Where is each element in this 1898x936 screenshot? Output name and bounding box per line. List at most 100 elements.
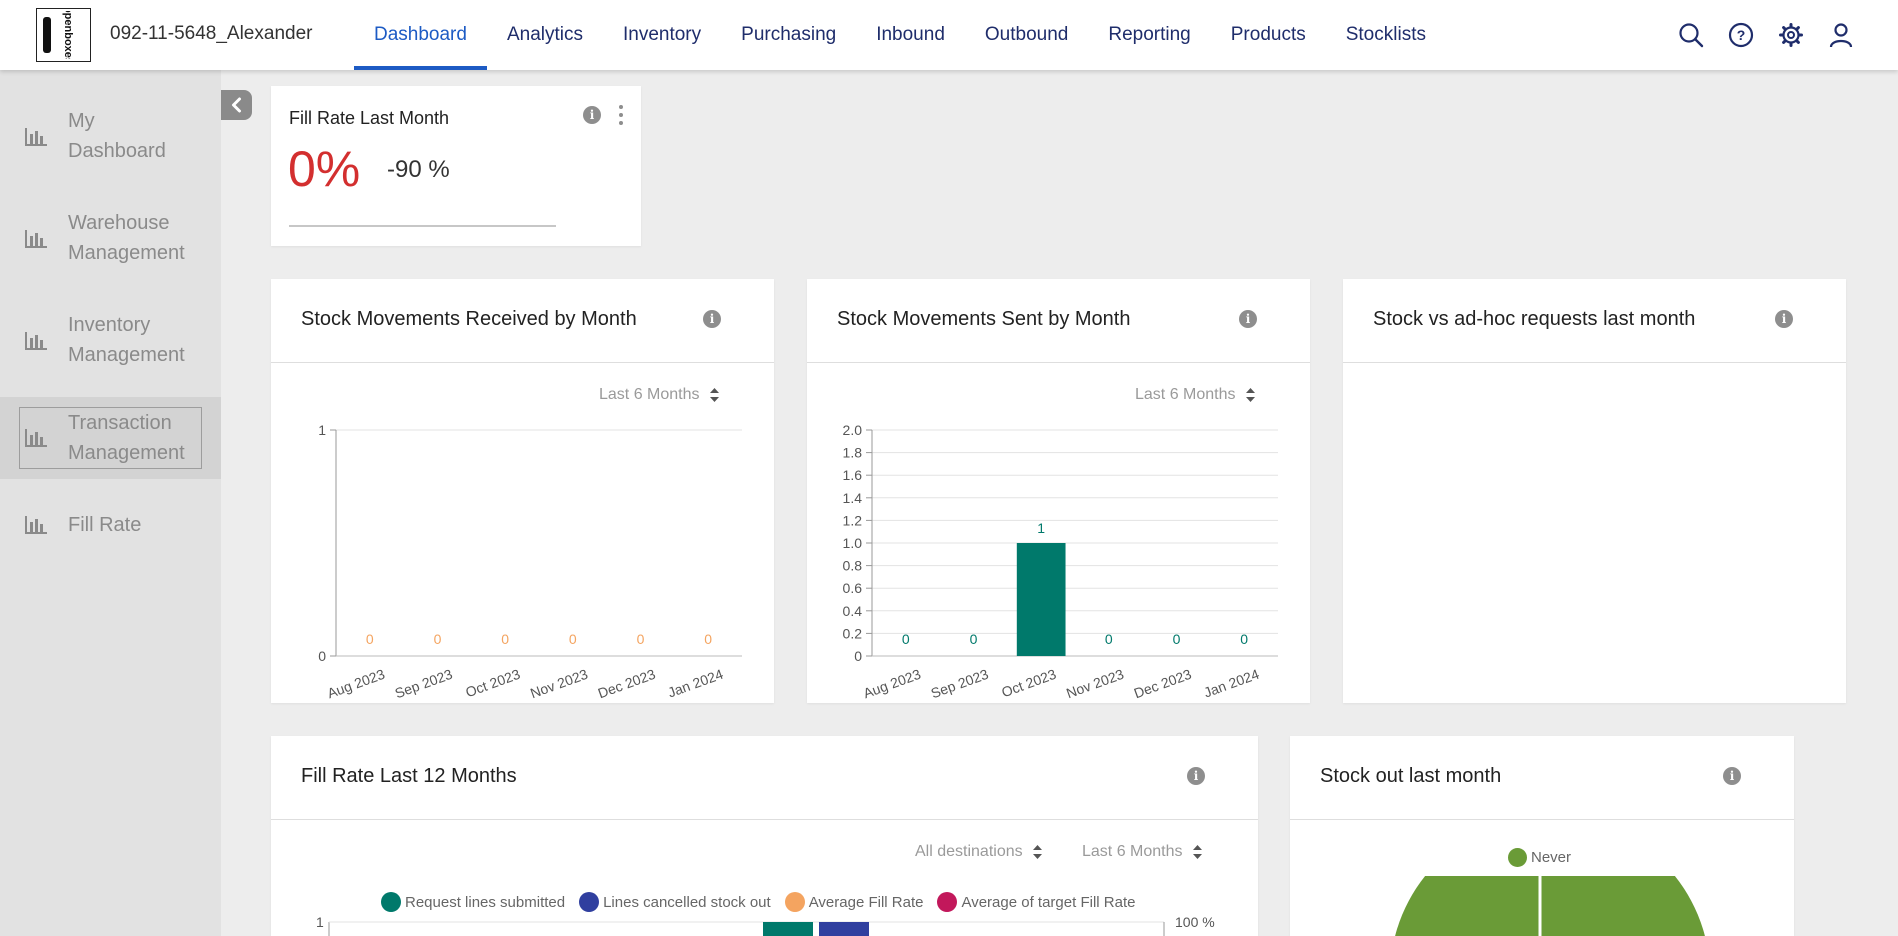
sidebar-item-transaction-management[interactable]: Transaction Management bbox=[0, 397, 221, 479]
info-icon[interactable]: i bbox=[703, 310, 721, 328]
y-tick-label: 1 bbox=[316, 914, 324, 930]
data-label: 0 bbox=[637, 631, 645, 647]
y-tick-label: 0.4 bbox=[843, 603, 863, 619]
info-icon[interactable]: i bbox=[583, 106, 601, 124]
tile-title: Fill Rate Last Month bbox=[289, 108, 450, 128]
y-tick-label: 0.6 bbox=[843, 580, 863, 596]
fill-rate-tile: Fill Rate Last Month i 0% -90 % bbox=[271, 86, 641, 246]
bar-chart-icon bbox=[25, 516, 47, 534]
user-icon[interactable] bbox=[1826, 20, 1856, 50]
current-location[interactable]: 092-11-5648_Alexander bbox=[110, 23, 312, 45]
y-tick-label: 0 bbox=[854, 648, 862, 664]
legend-item[interactable]: Never bbox=[1508, 848, 1571, 867]
sidebar-item-label: Management bbox=[68, 344, 185, 366]
bar-chart-icon bbox=[25, 128, 47, 146]
pie-slice-never[interactable] bbox=[1390, 876, 1710, 936]
nav-analytics[interactable]: Analytics bbox=[487, 0, 603, 70]
data-label: 0 bbox=[434, 631, 442, 647]
sidebar-item-inventory-management[interactable]: Inventory Management bbox=[0, 304, 221, 376]
y-tick-label: 1.8 bbox=[843, 445, 863, 461]
main-nav: Dashboard Analytics Inventory Purchasing… bbox=[354, 0, 1446, 70]
collapse-sidebar-button[interactable] bbox=[221, 90, 252, 120]
svg-text:?: ? bbox=[1737, 27, 1746, 43]
sidebar-item-label: My bbox=[68, 110, 95, 132]
x-tick-label: Aug 2023 bbox=[325, 666, 387, 702]
y-tick-label: 1.6 bbox=[843, 467, 863, 483]
card-header: Stock Movements Sent by Month i bbox=[807, 279, 1310, 363]
sort-icon bbox=[1192, 845, 1202, 859]
data-label: 0 bbox=[1105, 631, 1113, 647]
search-icon[interactable] bbox=[1676, 20, 1706, 50]
nav-inbound[interactable]: Inbound bbox=[856, 0, 965, 70]
card-title: Fill Rate Last 12 Months bbox=[301, 765, 517, 787]
destination-filter-value: All destinations bbox=[915, 843, 1023, 860]
legend-label: Never bbox=[1531, 849, 1572, 866]
card-title: Stock out last month bbox=[1320, 765, 1502, 787]
sidebar-item-my-dashboard[interactable]: My Dashboard bbox=[0, 100, 221, 172]
sort-icon bbox=[1245, 388, 1255, 402]
nav-purchasing[interactable]: Purchasing bbox=[721, 0, 856, 70]
period-filter[interactable]: Last 6 Months bbox=[599, 386, 719, 404]
info-icon[interactable]: i bbox=[1239, 310, 1257, 328]
period-filter[interactable]: Last 6 Months bbox=[1082, 843, 1202, 861]
y-tick-label: 2.0 bbox=[843, 422, 863, 438]
y-tick-label-right: 100 % bbox=[1175, 914, 1215, 930]
info-icon[interactable]: i bbox=[1723, 767, 1741, 785]
x-tick-label: Dec 2023 bbox=[596, 666, 658, 702]
nav-dashboard[interactable]: Dashboard bbox=[354, 0, 487, 70]
stock-sent-card: Stock Movements Sent by Month i Last 6 M… bbox=[807, 279, 1310, 703]
adhoc-requests-card: Stock vs ad-hoc requests last month i bbox=[1343, 279, 1846, 703]
y-tick-label: 1 bbox=[318, 422, 326, 438]
destination-filter[interactable]: All destinations bbox=[915, 843, 1042, 861]
sidebar: My Dashboard Warehouse Management Invent… bbox=[0, 70, 221, 936]
nav-reporting[interactable]: Reporting bbox=[1088, 0, 1210, 70]
kebab-menu-icon[interactable] bbox=[618, 105, 624, 125]
data-label: 0 bbox=[1240, 631, 1248, 647]
bar-lines-cancelled[interactable] bbox=[819, 922, 869, 936]
fill-rate-12-months-card: Fill Rate Last 12 Months i All destinati… bbox=[271, 736, 1258, 936]
bar-request-lines[interactable] bbox=[763, 922, 813, 936]
chevron-left-icon bbox=[231, 97, 241, 113]
data-label: 1 bbox=[1037, 520, 1045, 536]
x-tick-label: Jan 2024 bbox=[666, 666, 726, 701]
sidebar-item-label: Management bbox=[68, 242, 185, 264]
sidebar-item-label: Transaction bbox=[68, 412, 172, 434]
x-tick-label: Dec 2023 bbox=[1132, 666, 1194, 702]
header-actions: ? bbox=[1676, 20, 1856, 50]
sidebar-item-label: Fill Rate bbox=[68, 514, 142, 536]
sort-icon bbox=[1032, 845, 1042, 859]
bar-chart-icon bbox=[25, 332, 47, 350]
sidebar-item-label: Management bbox=[68, 442, 185, 464]
legend-swatch bbox=[1508, 848, 1527, 867]
fill-rate-value: 0% bbox=[288, 141, 361, 197]
nav-outbound[interactable]: Outbound bbox=[965, 0, 1088, 70]
y-tick-label: 1.4 bbox=[843, 490, 863, 506]
info-icon[interactable]: i bbox=[1775, 310, 1793, 328]
help-icon[interactable]: ? bbox=[1726, 20, 1756, 50]
divider bbox=[289, 225, 556, 227]
data-label: 0 bbox=[1173, 631, 1181, 647]
nav-products[interactable]: Products bbox=[1211, 0, 1326, 70]
nav-stocklists[interactable]: Stocklists bbox=[1326, 0, 1446, 70]
sidebar-item-warehouse-management[interactable]: Warehouse Management bbox=[0, 202, 221, 274]
period-filter[interactable]: Last 6 Months bbox=[1135, 386, 1255, 404]
sidebar-item-fill-rate[interactable]: Fill Rate bbox=[0, 505, 221, 545]
nav-inventory[interactable]: Inventory bbox=[603, 0, 721, 70]
data-label: 0 bbox=[569, 631, 577, 647]
stock-out-card: Stock out last month i Never bbox=[1290, 736, 1794, 936]
openboxes-logo[interactable]: openboxes bbox=[36, 8, 91, 62]
data-label: 0 bbox=[902, 631, 910, 647]
y-tick-label: 0.8 bbox=[843, 558, 863, 574]
card-header: Stock vs ad-hoc requests last month i bbox=[1343, 279, 1846, 363]
settings-icon[interactable] bbox=[1776, 20, 1806, 50]
bar bbox=[1016, 543, 1066, 656]
sidebar-item-label: Dashboard bbox=[68, 140, 166, 162]
period-filter-value: Last 6 Months bbox=[1082, 843, 1183, 860]
x-tick-label: Jan 2024 bbox=[1202, 666, 1262, 701]
x-tick-label: Nov 2023 bbox=[1064, 666, 1126, 702]
bar-chart-icon bbox=[25, 429, 47, 447]
bar-chart-icon bbox=[25, 230, 47, 248]
info-icon[interactable]: i bbox=[1187, 767, 1205, 785]
svg-text:openboxes: openboxes bbox=[62, 11, 74, 59]
fill-rate-delta: -90 % bbox=[387, 156, 450, 183]
